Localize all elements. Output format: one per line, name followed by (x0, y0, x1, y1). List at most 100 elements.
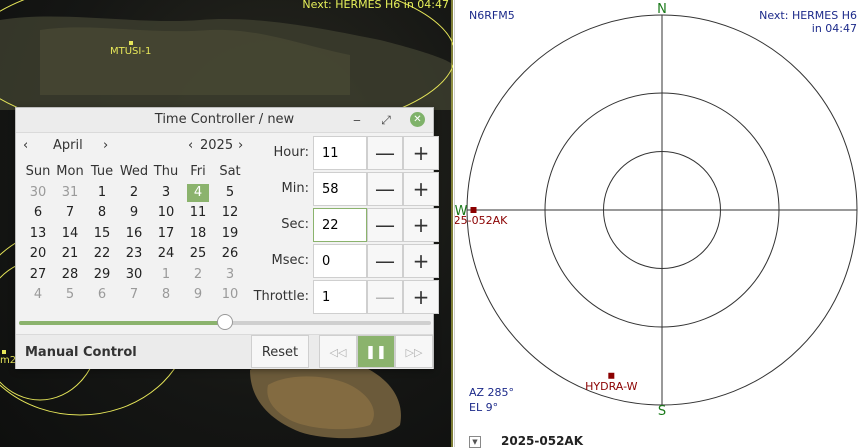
month-label: April (53, 138, 83, 153)
calendar-day[interactable]: 16 (118, 224, 150, 245)
calendar-day[interactable]: 20 (22, 244, 54, 265)
time-field-row: Msec:0—+ (253, 244, 433, 280)
satellite-marker[interactable] (608, 373, 614, 379)
field-label: Hour: (274, 145, 309, 160)
calendar-day[interactable]: 15 (86, 224, 118, 245)
restore-icon[interactable]: ⤢ (377, 111, 395, 129)
calendar-day[interactable]: 2 (118, 183, 150, 204)
field-input[interactable]: 11 (313, 136, 367, 170)
satellite-label[interactable]: m2 (0, 355, 16, 366)
pause-button[interactable]: ❚❚ (357, 335, 395, 368)
decrement-button[interactable]: — (367, 280, 403, 314)
dialog-title: Time Controller / new (155, 112, 294, 127)
calendar-day[interactable]: 23 (118, 244, 150, 265)
calendar-day[interactable]: 19 (214, 224, 246, 245)
satellite-label: 2025-052AK (455, 214, 508, 227)
time-field-row: Sec:22—+ (253, 208, 433, 244)
calendar-day[interactable]: 2 (182, 265, 214, 286)
calendar-day[interactable]: 10 (214, 285, 246, 306)
calendar-day[interactable]: 9 (118, 203, 150, 224)
time-slider[interactable] (19, 321, 431, 325)
calendar-day[interactable]: 9 (182, 285, 214, 306)
elevation-readout: EL 9° (469, 401, 498, 414)
time-field-row: Hour:11—+ (253, 136, 433, 172)
calendar: ‹ April › ‹ 2025 › SunMonTueWedThuFriSat… (18, 136, 246, 156)
calendar-day[interactable]: 6 (86, 285, 118, 306)
calendar-day[interactable]: 10 (150, 203, 182, 224)
calendar-day[interactable]: 7 (118, 285, 150, 306)
field-input[interactable]: 58 (313, 172, 367, 206)
next-pass-label: Next: HERMES H6 in 04:47 (302, 0, 449, 11)
weekday-header: Sun (22, 162, 54, 183)
minimize-icon[interactable]: ‒ (348, 111, 366, 129)
calendar-day[interactable]: 3 (214, 265, 246, 286)
polar-view[interactable]: NSEW2025-052AKHYDRA-W N6RFM5 Next: HERME… (454, 0, 859, 447)
compass-south-label: S (658, 404, 666, 419)
weekday-header: Sat (214, 162, 246, 183)
calendar-day-selected[interactable]: 4 (187, 184, 209, 203)
polar-plot: NSEW2025-052AKHYDRA-W (455, 0, 859, 447)
decrement-button[interactable]: — (367, 136, 403, 170)
field-input[interactable]: 0 (313, 244, 367, 278)
slider-handle[interactable] (217, 314, 233, 330)
dialog-footer: Manual Control Reset ◁◁ ❚❚ ▷▷ (16, 334, 433, 369)
year-label: 2025 (200, 138, 233, 153)
calendar-day[interactable]: 1 (86, 183, 118, 204)
field-label: Throttle: (254, 289, 309, 304)
close-icon[interactable]: ✕ (410, 112, 425, 127)
calendar-day[interactable]: 6 (22, 203, 54, 224)
increment-button[interactable]: + (403, 280, 439, 314)
decrement-button[interactable]: — (367, 208, 403, 242)
next-month-icon[interactable]: › (103, 138, 108, 153)
calendar-day[interactable]: 14 (54, 224, 86, 245)
calendar-day[interactable]: 3 (150, 183, 182, 204)
calendar-day[interactable]: 29 (86, 265, 118, 286)
increment-button[interactable]: + (403, 136, 439, 170)
field-input[interactable]: 1 (313, 280, 367, 314)
decrement-button[interactable]: — (367, 244, 403, 278)
weekday-header: Fri (182, 162, 214, 183)
calendar-day[interactable]: 24 (150, 244, 182, 265)
calendar-day[interactable]: 5 (54, 285, 86, 306)
calendar-day[interactable]: 18 (182, 224, 214, 245)
weekday-header: Tue (86, 162, 118, 183)
expand-icon[interactable]: ▼ (469, 436, 481, 448)
next-pass-countdown: in 04:47 (759, 22, 857, 35)
calendar-day[interactable]: 27 (22, 265, 54, 286)
prev-year-icon[interactable]: ‹ (188, 138, 193, 153)
decrement-button[interactable]: — (367, 172, 403, 206)
calendar-day[interactable]: 1 (150, 265, 182, 286)
calendar-day[interactable]: 17 (150, 224, 182, 245)
calendar-day[interactable]: 13 (22, 224, 54, 245)
calendar-day[interactable]: 7 (54, 203, 86, 224)
satellite-label[interactable]: MTUSI-1 (110, 46, 151, 57)
calendar-day[interactable]: 11 (182, 203, 214, 224)
calendar-day[interactable]: 28 (54, 265, 86, 286)
prev-month-icon[interactable]: ‹ (23, 138, 28, 153)
fast-forward-button[interactable]: ▷▷ (395, 335, 433, 368)
calendar-day[interactable]: 21 (54, 244, 86, 265)
calendar-day[interactable]: 8 (86, 203, 118, 224)
calendar-day[interactable]: 25 (182, 244, 214, 265)
calendar-day[interactable]: 30 (118, 265, 150, 286)
manual-control-label: Manual Control (25, 345, 137, 360)
field-input[interactable]: 22 (313, 208, 367, 242)
calendar-day[interactable]: 26 (214, 244, 246, 265)
increment-button[interactable]: + (403, 244, 439, 278)
calendar-day[interactable]: 30 (22, 183, 54, 204)
calendar-day[interactable]: 22 (86, 244, 118, 265)
rewind-button[interactable]: ◁◁ (319, 335, 357, 368)
calendar-day[interactable]: 12 (214, 203, 246, 224)
increment-button[interactable]: + (403, 172, 439, 206)
calendar-day[interactable]: 8 (150, 285, 182, 306)
calendar-day[interactable]: 31 (54, 183, 86, 204)
satellite-marker[interactable] (471, 207, 477, 213)
next-year-icon[interactable]: › (238, 138, 243, 153)
calendar-day[interactable]: 4 (22, 285, 54, 306)
dialog-titlebar[interactable]: Time Controller / new ‒ ⤢ ✕ (16, 108, 433, 133)
calendar-day[interactable]: 5 (214, 183, 246, 204)
increment-button[interactable]: + (403, 208, 439, 242)
reset-button[interactable]: Reset (251, 335, 309, 368)
time-field-row: Min:58—+ (253, 172, 433, 208)
field-label: Msec: (271, 253, 309, 268)
